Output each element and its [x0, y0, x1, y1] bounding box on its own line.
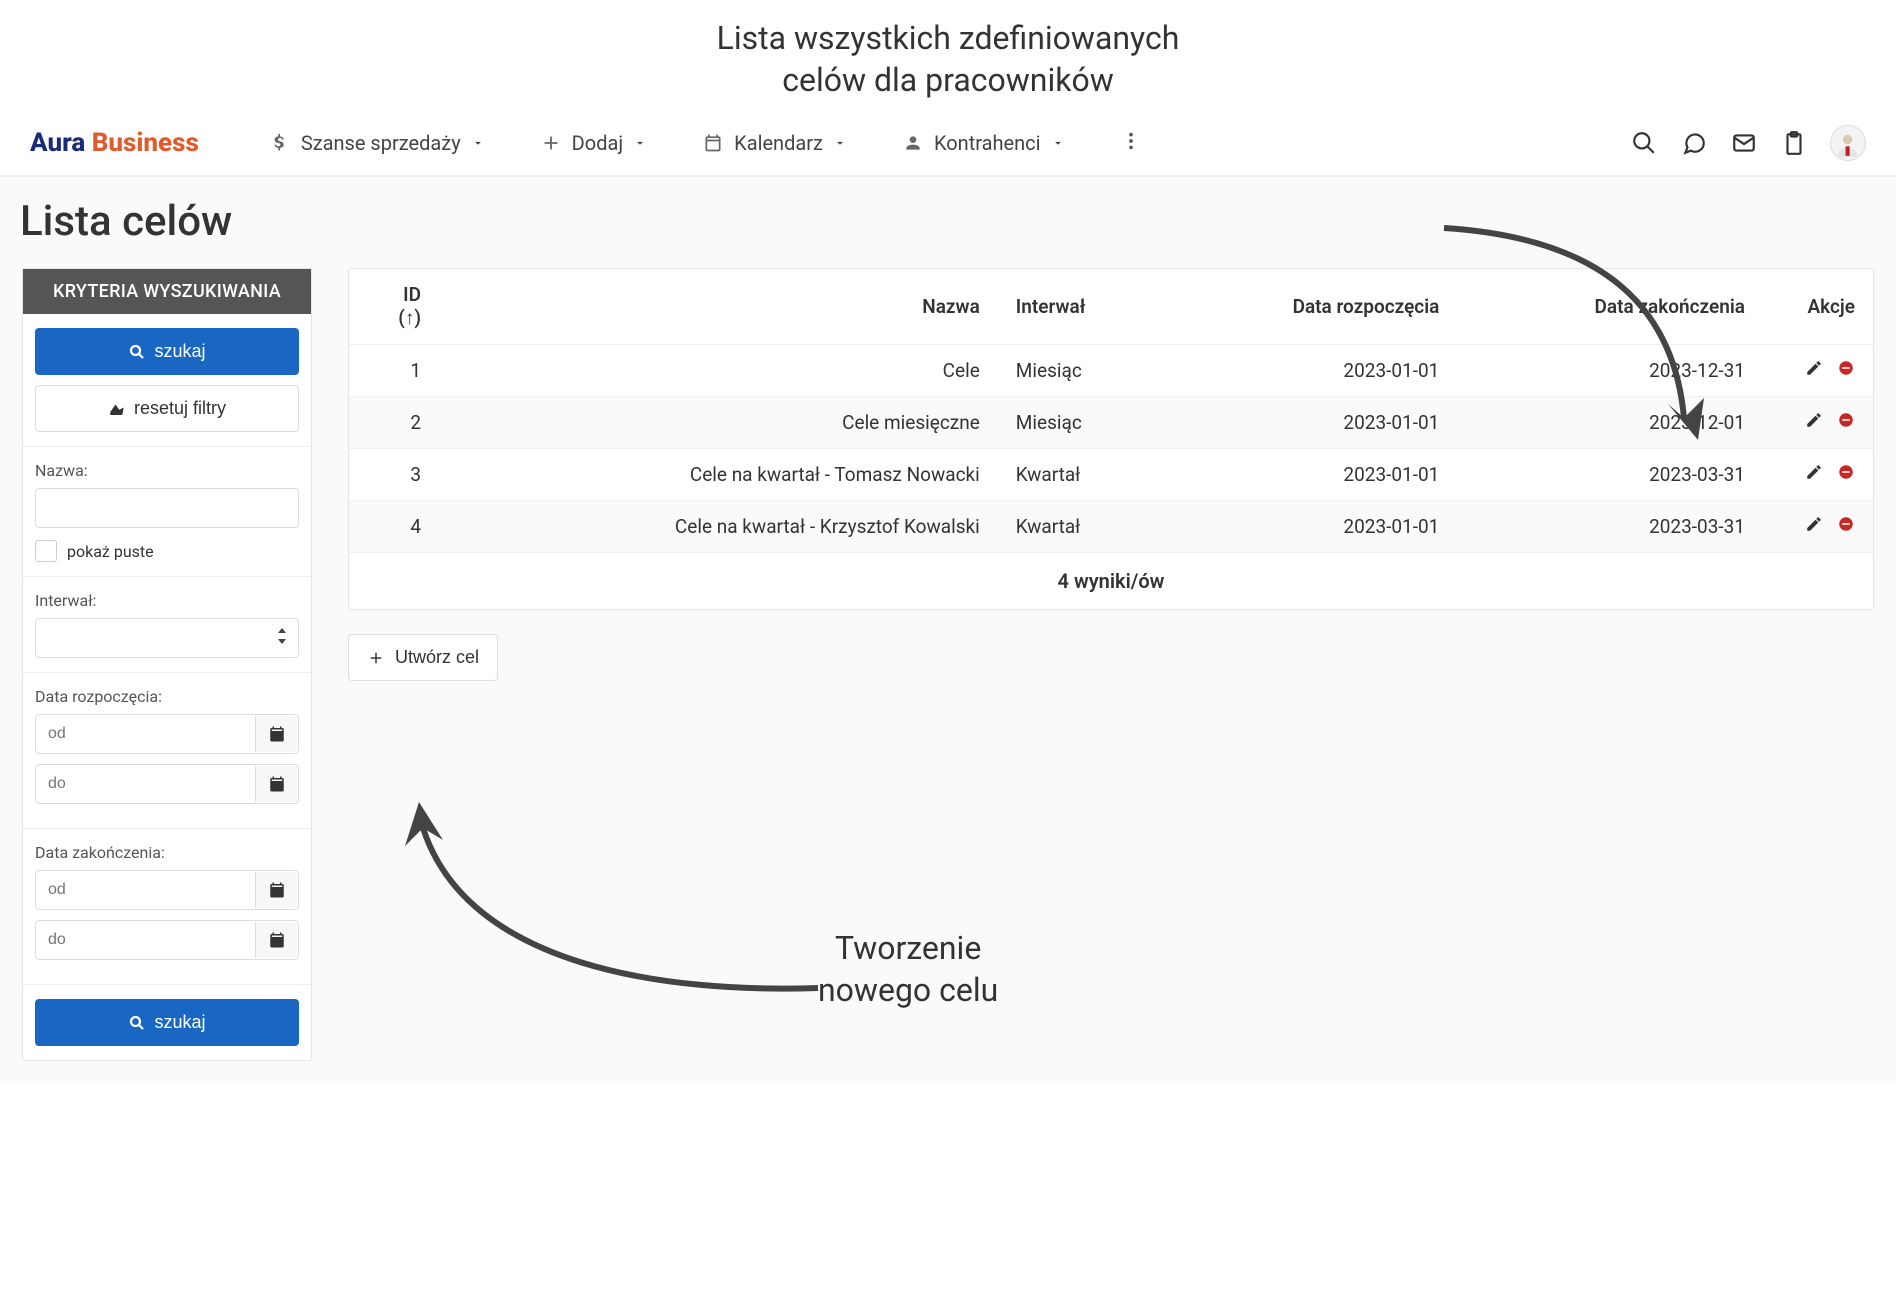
- search-button-top[interactable]: szukaj: [35, 328, 299, 375]
- delete-icon[interactable]: [1837, 411, 1855, 434]
- start-date-label: Data rozpoczęcia:: [35, 687, 299, 706]
- cell-start: 2023-01-01: [1158, 345, 1458, 397]
- show-empty-label: pokaż puste: [67, 542, 154, 561]
- nav-contractors-label: Kontrahenci: [934, 131, 1041, 155]
- table-row: 4 Cele na kwartał - Krzysztof Kowalski K…: [349, 501, 1873, 553]
- annotation-top: Lista wszystkich zdefiniowanych celów dl…: [0, 0, 1896, 111]
- col-header-start[interactable]: Data rozpoczęcia: [1158, 269, 1458, 345]
- chevron-down-icon: [633, 136, 647, 150]
- edit-icon[interactable]: [1805, 359, 1823, 382]
- cell-start: 2023-01-01: [1158, 449, 1458, 501]
- chevron-down-icon: [471, 136, 485, 150]
- edit-icon[interactable]: [1805, 411, 1823, 434]
- more-menu-icon[interactable]: [1120, 130, 1142, 156]
- cell-start: 2023-01-01: [1158, 397, 1458, 449]
- plus-icon: [367, 649, 385, 667]
- page-title: Lista celów: [20, 197, 1874, 246]
- clipboard-icon[interactable]: [1780, 129, 1808, 157]
- calendar-icon: [702, 132, 724, 154]
- annotation-bottom-line1: Tworzenie: [835, 929, 981, 967]
- delete-icon[interactable]: [1837, 463, 1855, 486]
- avatar[interactable]: [1830, 125, 1866, 161]
- interval-filter-label: Interwał:: [35, 591, 299, 610]
- search-icon[interactable]: [1630, 129, 1658, 157]
- delete-icon[interactable]: [1837, 359, 1855, 382]
- col-header-id[interactable]: ID (↑): [349, 269, 439, 345]
- name-filter-label: Nazwa:: [35, 461, 299, 480]
- calendar-picker-icon[interactable]: [255, 766, 297, 802]
- search-button-bottom[interactable]: szukaj: [35, 999, 299, 1046]
- cell-end: 2023-03-31: [1457, 449, 1763, 501]
- show-empty-checkbox[interactable]: [35, 540, 57, 562]
- nav-calendar[interactable]: Kalendarz: [702, 131, 847, 155]
- search-button-label: szukaj: [154, 341, 205, 362]
- cell-id: 1: [349, 345, 439, 397]
- logo[interactable]: Aura Business: [30, 128, 199, 158]
- annotation-bottom: Tworzenie nowego celu: [818, 928, 998, 1011]
- person-icon: [902, 132, 924, 154]
- table-row: 3 Cele na kwartał - Tomasz Nowacki Kwart…: [349, 449, 1873, 501]
- chevron-down-icon: [1051, 136, 1065, 150]
- table-header-row: ID (↑) Nazwa Interwał Data rozpoczęcia D…: [349, 269, 1873, 345]
- search-criteria-panel: KRYTERIA WYSZUKIWANIA szukaj resetuj fil…: [22, 268, 312, 1061]
- plus-icon: [540, 132, 562, 154]
- annotation-bottom-line2: nowego celu: [818, 971, 998, 1009]
- dollar-icon: [269, 132, 291, 154]
- cell-start: 2023-01-01: [1158, 501, 1458, 553]
- cell-interval: Miesiąc: [998, 345, 1158, 397]
- chat-icon[interactable]: [1680, 129, 1708, 157]
- reset-button-label: resetuj filtry: [134, 398, 226, 419]
- calendar-picker-icon[interactable]: [255, 716, 297, 752]
- col-header-end[interactable]: Data zakończenia: [1457, 269, 1763, 345]
- nav-add[interactable]: Dodaj: [540, 131, 647, 155]
- create-goal-button[interactable]: Utwórz cel: [348, 634, 498, 681]
- table-results-count: 4 wyniki/ów: [349, 553, 1873, 609]
- calendar-picker-icon[interactable]: [255, 922, 297, 958]
- table-row: 1 Cele Miesiąc 2023-01-01 2023-12-31: [349, 345, 1873, 397]
- nav-contractors[interactable]: Kontrahenci: [902, 131, 1065, 155]
- cell-interval: Kwartał: [998, 501, 1158, 553]
- edit-icon[interactable]: [1805, 463, 1823, 486]
- cell-name: Cele na kwartał - Tomasz Nowacki: [439, 449, 998, 501]
- topbar: Aura Business Szanse sprzedaży Dodaj Kal…: [0, 111, 1896, 177]
- table-row: 2 Cele miesięczne Miesiąc 2023-01-01 202…: [349, 397, 1873, 449]
- cell-id: 4: [349, 501, 439, 553]
- cell-id: 2: [349, 397, 439, 449]
- col-header-actions: Akcje: [1763, 269, 1873, 345]
- cell-end: 2023-12-31: [1457, 345, 1763, 397]
- nav-sales-label: Szanse sprzedaży: [301, 131, 461, 155]
- cell-interval: Miesiąc: [998, 397, 1158, 449]
- nav-sales-chances[interactable]: Szanse sprzedaży: [269, 131, 485, 155]
- cell-end: 2023-03-31: [1457, 501, 1763, 553]
- edit-icon[interactable]: [1805, 515, 1823, 538]
- name-filter-input[interactable]: [35, 488, 299, 528]
- cell-name: Cele miesięczne: [439, 397, 998, 449]
- col-header-interval[interactable]: Interwał: [998, 269, 1158, 345]
- interval-filter-select[interactable]: [35, 618, 299, 658]
- cell-interval: Kwartał: [998, 449, 1158, 501]
- search-button-label: szukaj: [154, 1012, 205, 1033]
- create-goal-label: Utwórz cel: [395, 647, 479, 668]
- cell-name: Cele: [439, 345, 998, 397]
- annotation-top-line2: celów dla pracowników: [0, 60, 1896, 102]
- cell-name: Cele na kwartał - Krzysztof Kowalski: [439, 501, 998, 553]
- nav-add-label: Dodaj: [572, 131, 623, 155]
- sidebar-header: KRYTERIA WYSZUKIWANIA: [23, 269, 311, 314]
- chevron-down-icon: [833, 136, 847, 150]
- cell-id: 3: [349, 449, 439, 501]
- cell-end: 2023-12-01: [1457, 397, 1763, 449]
- mail-icon[interactable]: [1730, 129, 1758, 157]
- col-header-name[interactable]: Nazwa: [439, 269, 998, 345]
- nav-calendar-label: Kalendarz: [734, 131, 823, 155]
- delete-icon[interactable]: [1837, 515, 1855, 538]
- calendar-picker-icon[interactable]: [255, 872, 297, 908]
- end-date-label: Data zakończenia:: [35, 843, 299, 862]
- annotation-top-line1: Lista wszystkich zdefiniowanych: [717, 19, 1180, 57]
- goals-table: ID (↑) Nazwa Interwał Data rozpoczęcia D…: [348, 268, 1874, 610]
- reset-filters-button[interactable]: resetuj filtry: [35, 385, 299, 432]
